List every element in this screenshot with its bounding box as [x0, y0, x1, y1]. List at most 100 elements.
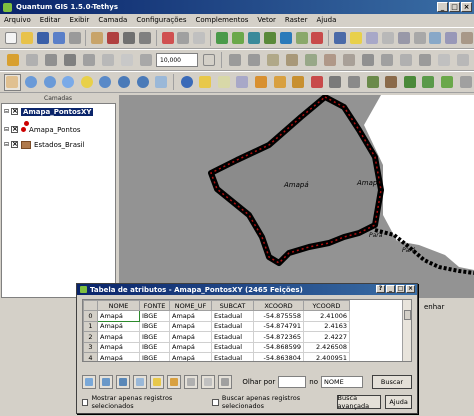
zoom-selection-icon[interactable] [78, 74, 95, 91]
copy-icon[interactable] [192, 30, 206, 47]
table-cell[interactable]: 2.4163 [303, 320, 350, 332]
reshape-icon[interactable] [359, 52, 376, 69]
toggle-editing-icon[interactable] [90, 30, 104, 47]
zoom-last-icon[interactable] [116, 74, 133, 91]
field-select[interactable]: NOME [321, 376, 363, 388]
layer-edit-icon[interactable] [23, 52, 40, 69]
layer-item-amapa-pontosxy[interactable]: ⊟ × Amapa_PontosXY [4, 106, 94, 117]
redo-icon[interactable] [245, 52, 262, 69]
table-cell[interactable]: -54.875558 [253, 310, 304, 322]
column-header-ycoord[interactable]: YCOORD [303, 300, 350, 311]
table-cell[interactable]: Amapá [169, 352, 212, 361]
table-cell[interactable]: IBGE [139, 331, 170, 343]
add-ring-icon[interactable] [283, 52, 300, 69]
move-feature-icon[interactable] [122, 30, 136, 47]
zoom-out-icon[interactable] [41, 74, 58, 91]
simplify-icon[interactable] [264, 52, 281, 69]
field-calculator-icon[interactable] [218, 375, 232, 389]
pencil-icon[interactable] [4, 52, 21, 69]
table-cell[interactable]: Amapá [97, 310, 140, 322]
new-shapefile-icon[interactable] [295, 30, 309, 47]
search-button[interactable]: Buscar [372, 375, 412, 389]
layer-visibility-checkbox[interactable]: × [11, 126, 19, 133]
table-cell[interactable]: Estadual [211, 352, 254, 361]
menu-vetor[interactable]: Vetor [257, 16, 275, 24]
delete-column-icon[interactable] [184, 375, 198, 389]
measure-angle-icon[interactable] [290, 74, 307, 91]
paste-feature-icon[interactable] [137, 52, 154, 69]
image-tool-icon[interactable] [429, 30, 443, 47]
grass-new-icon[interactable] [439, 74, 456, 91]
table-cell[interactable]: Amapá [97, 320, 140, 332]
column-header-subcat[interactable]: SUBCAT [211, 300, 254, 311]
table-cell[interactable]: Amapá [169, 320, 212, 332]
menu-editar[interactable]: Editar [40, 16, 61, 24]
column-header-nome-uf[interactable]: NOME_UF [169, 300, 212, 311]
add-island-icon[interactable] [302, 52, 319, 69]
table-cell[interactable]: Amapá [97, 352, 140, 361]
table-tool-icon[interactable] [365, 30, 379, 47]
move-selection-top-icon[interactable] [99, 375, 113, 389]
layer-item-amapa-pontos[interactable]: ⊟ × Amapa_Pontos [4, 124, 81, 135]
grass-open-icon[interactable] [420, 74, 437, 91]
table-cell[interactable]: Estadual [211, 341, 254, 353]
table-cell[interactable]: -54.872365 [253, 331, 304, 343]
behind-button-label[interactable]: enhar [421, 302, 448, 312]
add-wms-layer-icon[interactable] [279, 30, 293, 47]
scale-input[interactable]: 10,000 [156, 53, 198, 67]
search-selected-checkbox[interactable] [212, 398, 219, 406]
close-button[interactable]: × [406, 285, 415, 293]
print-icon[interactable] [68, 30, 82, 47]
help-button[interactable]: ? [376, 285, 385, 293]
remove-selection-icon[interactable] [82, 375, 96, 389]
add-postgis-layer-icon[interactable] [247, 30, 261, 47]
table-cell[interactable]: Amapá [169, 310, 212, 322]
grass-tools-icon[interactable] [401, 74, 418, 91]
column-header-xcoord[interactable]: XCOORD [253, 300, 304, 311]
table-cell[interactable]: Amapá [169, 331, 212, 343]
search-input[interactable] [278, 376, 307, 388]
menu-camada[interactable]: Camada [98, 16, 127, 24]
table-row[interactable]: 1 Amapá IBGE Amapá Estadual -54.874791 2… [83, 320, 350, 332]
refresh-icon[interactable] [153, 74, 170, 91]
menu-configuracoes[interactable]: Configurações [136, 16, 186, 24]
split-icon[interactable] [378, 52, 395, 69]
map-canvas[interactable]: Amapá Amapá Pará Pará [119, 95, 474, 298]
capture-point-icon[interactable] [106, 30, 120, 47]
table-cell[interactable]: IBGE [139, 320, 170, 332]
move-label-icon[interactable] [454, 52, 471, 69]
copy-feature-icon[interactable] [118, 52, 135, 69]
vertical-scrollbar[interactable] [402, 300, 411, 361]
table-cell[interactable]: Estadual [211, 320, 254, 332]
zoom-to-selection-icon[interactable] [150, 375, 164, 389]
form-annotation-icon[interactable] [383, 74, 400, 91]
merge-icon[interactable] [397, 52, 414, 69]
add-raster-layer-icon[interactable] [231, 30, 245, 47]
cut-feature-icon[interactable] [99, 52, 116, 69]
zoom-next-icon[interactable] [134, 74, 151, 91]
select-icon[interactable] [197, 74, 214, 91]
table-cell[interactable]: 2.4227 [303, 331, 350, 343]
label-tool-icon[interactable] [435, 52, 452, 69]
table-cell[interactable]: -54.863804 [253, 352, 304, 361]
scale-arrow-icon[interactable] [200, 52, 217, 69]
table-row[interactable]: 3 Amapá IBGE Amapá Estadual -54.868599 2… [83, 341, 350, 353]
new-column-icon[interactable] [201, 375, 215, 389]
hand-icon[interactable] [4, 73, 21, 91]
deselect-icon[interactable] [216, 74, 233, 91]
plugin-icon[interactable] [333, 30, 347, 47]
table-cell[interactable]: 2.426508 [303, 341, 350, 353]
measure-line-icon[interactable] [253, 74, 270, 91]
table-cell[interactable]: Amapá [97, 341, 140, 353]
column-header-nome[interactable]: NOME [97, 300, 140, 311]
show-selected-checkbox[interactable] [82, 398, 89, 406]
table-cell[interactable]: IBGE [139, 310, 170, 322]
add-vector-layer-icon[interactable] [215, 30, 229, 47]
bookmark-icon[interactable] [327, 74, 344, 91]
collapse-icon[interactable]: ⊟ [4, 126, 9, 133]
row-header[interactable]: 0 [83, 310, 98, 322]
menu-exibir[interactable]: Exibir [70, 16, 90, 24]
undo-icon[interactable] [226, 52, 243, 69]
help-button[interactable]: Ajuda [385, 395, 413, 409]
grass-edit-icon[interactable] [457, 74, 474, 91]
